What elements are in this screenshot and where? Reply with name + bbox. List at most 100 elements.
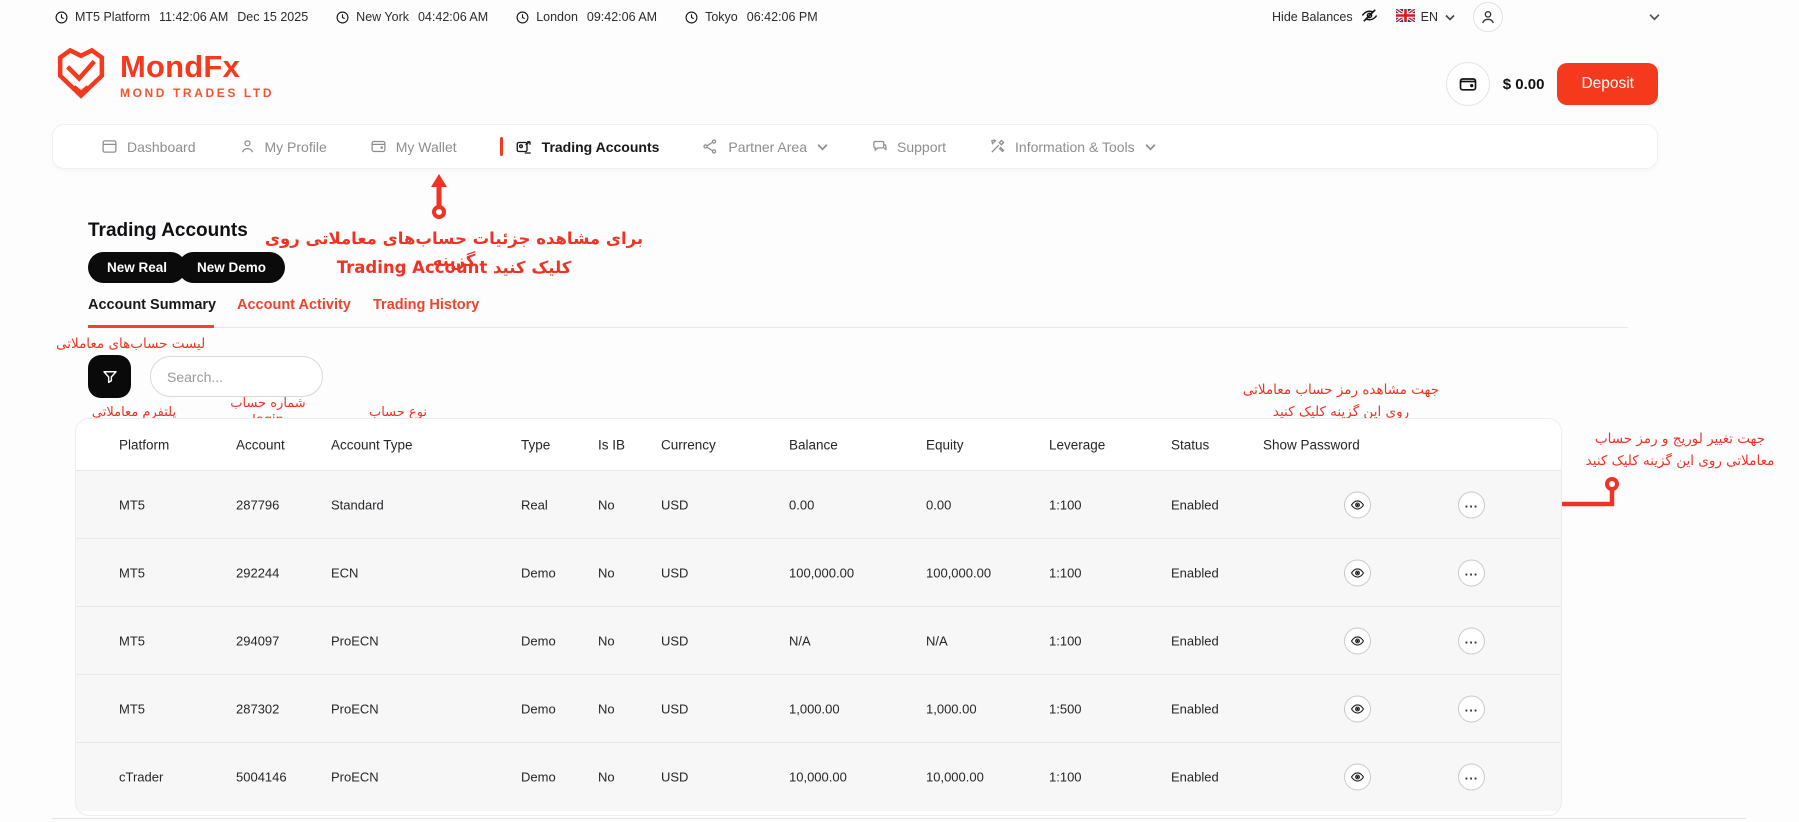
deposit-button[interactable]: Deposit: [1557, 63, 1658, 105]
trading-accounts-icon: [515, 138, 533, 156]
nav-item-my-wallet[interactable]: My Wallet: [370, 138, 457, 155]
account-actions-button[interactable]: ...: [1458, 695, 1485, 722]
column-header: Leverage: [1049, 437, 1105, 452]
cell-is_ib: No: [598, 497, 615, 512]
cell-type: Real: [521, 497, 548, 512]
column-header: Is IB: [598, 437, 625, 452]
table-body: MT5287796StandardRealNoUSD0.000.001:100E…: [76, 471, 1561, 811]
nav-label: Information & Tools: [1015, 139, 1135, 155]
topbar-right: Hide Balances EN: [1272, 2, 1660, 32]
clock-icon: [336, 11, 349, 24]
cell-leverage: 1:100: [1049, 633, 1082, 648]
nav-label: Trading Accounts: [542, 139, 660, 155]
nav-item-dashboard[interactable]: Dashboard: [101, 138, 196, 155]
clock-new-york: New York 04:42:06 AM: [336, 10, 488, 24]
nav-item-support[interactable]: Support: [871, 138, 946, 155]
nav-item-my-profile[interactable]: My Profile: [239, 138, 327, 155]
column-header: Account Type: [331, 437, 413, 452]
eye-icon: [1350, 565, 1365, 580]
account-actions-button[interactable]: ...: [1458, 559, 1485, 586]
search-input[interactable]: [150, 356, 323, 397]
cell-account_type: ProECN: [331, 701, 379, 716]
hide-balances-label: Hide Balances: [1272, 10, 1353, 24]
tab-trading-history[interactable]: Trading History: [373, 297, 479, 313]
language-code: EN: [1421, 10, 1438, 24]
ellipsis-icon: ...: [1465, 564, 1479, 577]
account-menu-chevron[interactable]: [1649, 13, 1660, 21]
nav-item-trading-accounts[interactable]: Trading Accounts: [515, 138, 660, 156]
cell-status: Enabled: [1171, 770, 1219, 785]
nav-item-information-tools[interactable]: Information & Tools: [989, 138, 1156, 155]
top-utility-bar: MT5 Platform 11:42:06 AM Dec 15 2025 New…: [0, 0, 1799, 34]
language-selector[interactable]: EN: [1396, 9, 1455, 25]
nav-label: Support: [897, 139, 946, 155]
cell-equity: 0.00: [926, 497, 951, 512]
wallet-balance-button[interactable]: [1446, 62, 1490, 106]
nav-label: My Profile: [265, 139, 327, 155]
chevron-down-icon: [1145, 143, 1156, 151]
filter-button[interactable]: [88, 355, 131, 398]
cell-is_ib: No: [598, 633, 615, 648]
cell-balance: N/A: [789, 633, 811, 648]
show-password-button[interactable]: [1344, 491, 1371, 518]
cell-account: 287796: [236, 497, 279, 512]
chevron-down-icon: [817, 143, 828, 151]
eye-icon: [1350, 770, 1365, 785]
cell-account: 292244: [236, 565, 279, 580]
screen: MT5 Platform 11:42:06 AM Dec 15 2025 New…: [0, 0, 1799, 822]
cell-account: 5004146: [236, 770, 287, 785]
cell-equity: N/A: [926, 633, 948, 648]
annotation-arrow-up-icon: [426, 172, 452, 220]
cell-balance: 10,000.00: [789, 770, 847, 785]
show-password-button[interactable]: [1344, 627, 1371, 654]
cell-status: Enabled: [1171, 497, 1219, 512]
clock-icon: [55, 11, 68, 24]
clock-label: MT5 Platform: [75, 10, 150, 24]
nav-item-partner-area[interactable]: Partner Area: [702, 138, 828, 155]
tools-icon: [989, 138, 1006, 155]
clock-tokyo: Tokyo 06:42:06 PM: [685, 10, 818, 24]
show-password-button[interactable]: [1344, 559, 1371, 586]
clock-mt5-platform: MT5 Platform 11:42:06 AM Dec 15 2025: [55, 10, 308, 24]
user-icon: [1480, 9, 1496, 25]
cell-currency: USD: [661, 497, 688, 512]
cell-equity: 1,000.00: [926, 701, 977, 716]
funnel-icon: [101, 368, 119, 386]
tab-account-activity[interactable]: Account Activity: [237, 297, 351, 313]
table-row: MT5294097ProECNDemoNoUSDN/AN/A1:100Enabl…: [76, 607, 1561, 675]
new-real-button[interactable]: New Real: [88, 252, 186, 283]
clock-time: 11:42:06 AM: [159, 10, 228, 24]
user-avatar-button[interactable]: [1473, 2, 1503, 32]
tab-account-summary[interactable]: Account Summary: [88, 297, 216, 313]
cell-status: Enabled: [1171, 633, 1219, 648]
cell-account_type: ProECN: [331, 770, 379, 785]
clock-icon: [685, 11, 698, 24]
account-actions-button[interactable]: ...: [1458, 627, 1485, 654]
cell-balance: 1,000.00: [789, 701, 840, 716]
cell-account_type: Standard: [331, 497, 384, 512]
wallet-icon: [370, 138, 387, 155]
account-actions-button[interactable]: ...: [1458, 491, 1485, 518]
eye-icon: [1350, 497, 1365, 512]
account-actions-button[interactable]: ...: [1458, 764, 1485, 791]
show-password-button[interactable]: [1344, 764, 1371, 791]
cell-platform: MT5: [119, 701, 145, 716]
ellipsis-icon: ...: [1465, 632, 1479, 645]
cell-equity: 10,000.00: [926, 770, 984, 785]
cell-account_type: ProECN: [331, 633, 379, 648]
cell-balance: 100,000.00: [789, 565, 854, 580]
cell-status: Enabled: [1171, 565, 1219, 580]
column-header: Account: [236, 437, 285, 452]
clock-time: 06:42:06 PM: [747, 10, 818, 24]
brand-logo[interactable]: MondFx MOND TRADES LTD: [52, 44, 274, 107]
mondfx-shield-icon: [52, 44, 110, 107]
cell-currency: USD: [661, 701, 688, 716]
annotation-account-hint-line1: شماره حساب: [220, 395, 316, 413]
clock-label: New York: [356, 10, 409, 24]
clock-time: 09:42:06 AM: [587, 10, 657, 24]
cell-is_ib: No: [598, 701, 615, 716]
hide-balances-toggle[interactable]: Hide Balances: [1272, 7, 1378, 27]
annotation-nav-hint-line2: Trading Account کلیک کنید: [252, 257, 656, 279]
show-password-button[interactable]: [1344, 695, 1371, 722]
support-chat-icon: [871, 138, 888, 155]
